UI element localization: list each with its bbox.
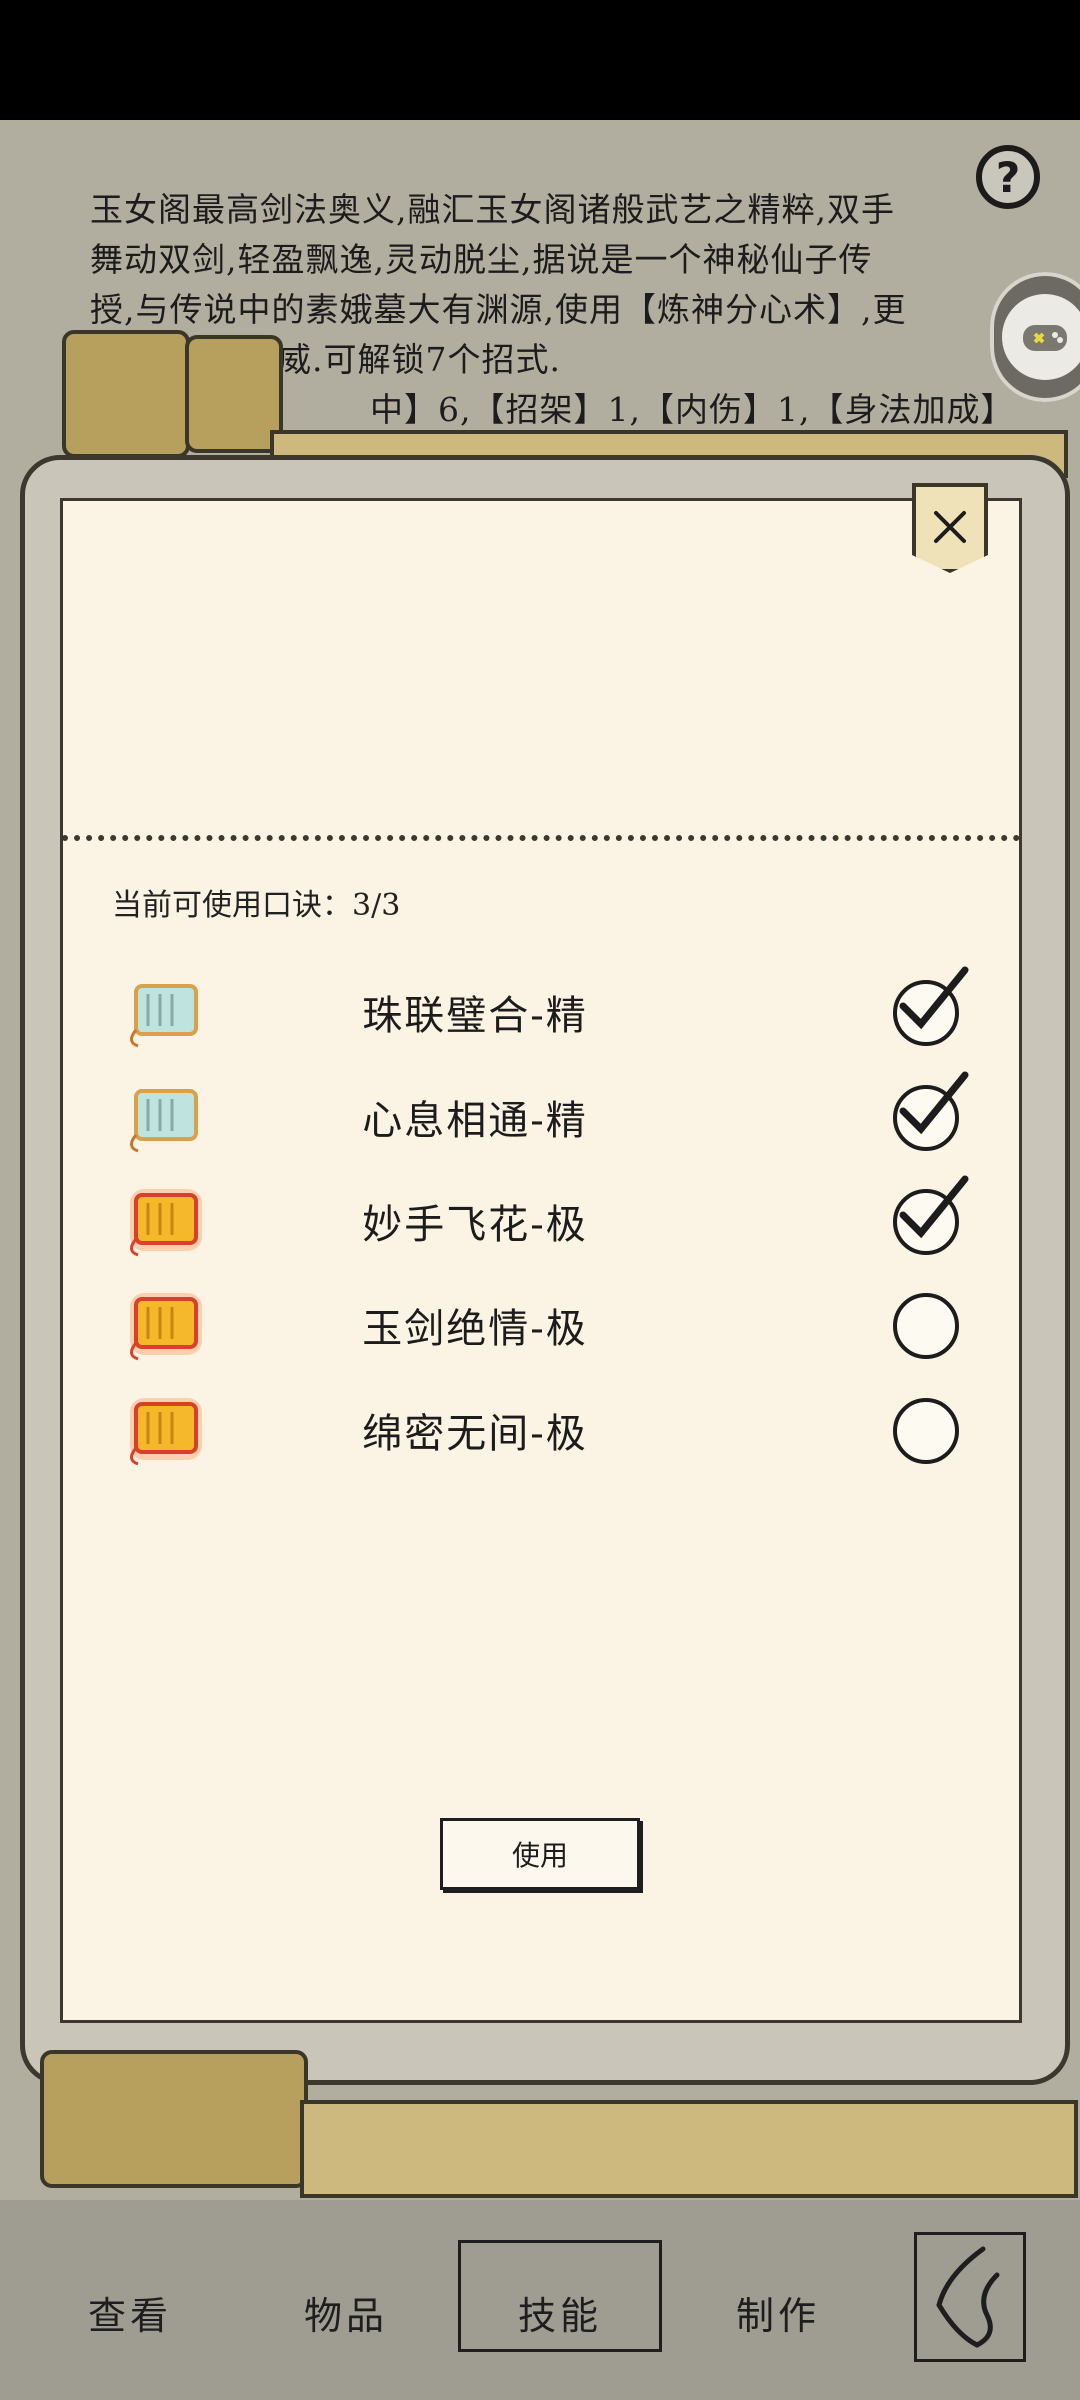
status-bar <box>0 0 1080 120</box>
formula-row[interactable]: 珠联璧合-精 <box>120 967 850 1057</box>
formula-checkbox[interactable] <box>893 1175 969 1255</box>
bottom-nav: 查看 物品 技能 制作 <box>0 2200 1080 2400</box>
check-icon <box>899 966 969 1030</box>
formula-checkbox[interactable] <box>893 1398 959 1464</box>
formula-row[interactable]: 绵密无间-极 <box>120 1385 850 1475</box>
floating-gamepad-button[interactable] <box>990 272 1080 402</box>
formula-row[interactable]: 妙手飞花-极 <box>120 1176 850 1266</box>
scroll-roll-left <box>185 335 283 453</box>
back-button[interactable] <box>914 2232 1026 2362</box>
description-line: 舞动双剑,轻盈飘逸,灵动脱尘,据说是一个神秘仙子传 <box>90 240 873 279</box>
formula-name: 心息相通-精 <box>362 1098 588 1144</box>
formula-name: 绵密无间-极 <box>362 1411 588 1457</box>
formula-name: 玉剑绝情-极 <box>362 1306 588 1352</box>
scroll-strip <box>300 2100 1078 2198</box>
back-arrow-icon <box>936 2246 1000 2348</box>
scroll-roll-bottom <box>40 2050 308 2188</box>
formula-name: 妙手飞花-极 <box>362 1202 588 1248</box>
scroll-icon <box>130 1293 202 1361</box>
scroll-icon <box>130 1089 198 1153</box>
formula-row[interactable]: 玉剑绝情-极 <box>120 1280 850 1370</box>
formula-count-label: 当前可使用口诀：3/3 <box>112 888 401 923</box>
close-button[interactable] <box>912 483 988 573</box>
use-button[interactable]: 使用 <box>440 1818 640 1890</box>
formula-name: 珠联璧合-精 <box>362 993 588 1039</box>
formula-row[interactable]: 心息相通-精 <box>120 1072 850 1162</box>
description-line: 玉女阁最高剑法奥义,融汇玉女阁诸般武艺之精粹,双手 <box>90 190 895 229</box>
description-line: 授,与传说中的素娥墓大有渊源,使用【炼神分心术】,更 <box>90 290 907 329</box>
scroll-icon <box>130 1398 202 1466</box>
nav-skills[interactable]: 技能 <box>470 2285 650 2340</box>
dotted-divider <box>62 835 1020 841</box>
help-button[interactable]: ? <box>976 145 1040 209</box>
nav-craft[interactable]: 制作 <box>688 2285 868 2340</box>
check-icon <box>899 1175 969 1239</box>
question-icon: ? <box>995 152 1021 202</box>
formula-checkbox[interactable] <box>893 1071 969 1151</box>
scroll-icon <box>130 984 198 1048</box>
nav-items[interactable]: 物品 <box>256 2285 436 2340</box>
formula-checkbox[interactable] <box>893 966 969 1046</box>
nav-view[interactable]: 查看 <box>40 2285 220 2340</box>
close-icon <box>934 511 966 543</box>
scroll-icon <box>130 1189 202 1257</box>
check-icon <box>899 1071 969 1135</box>
formula-checkbox[interactable] <box>893 1293 959 1359</box>
scroll-roll-left <box>62 330 190 458</box>
gamepad-icon <box>1002 294 1080 380</box>
